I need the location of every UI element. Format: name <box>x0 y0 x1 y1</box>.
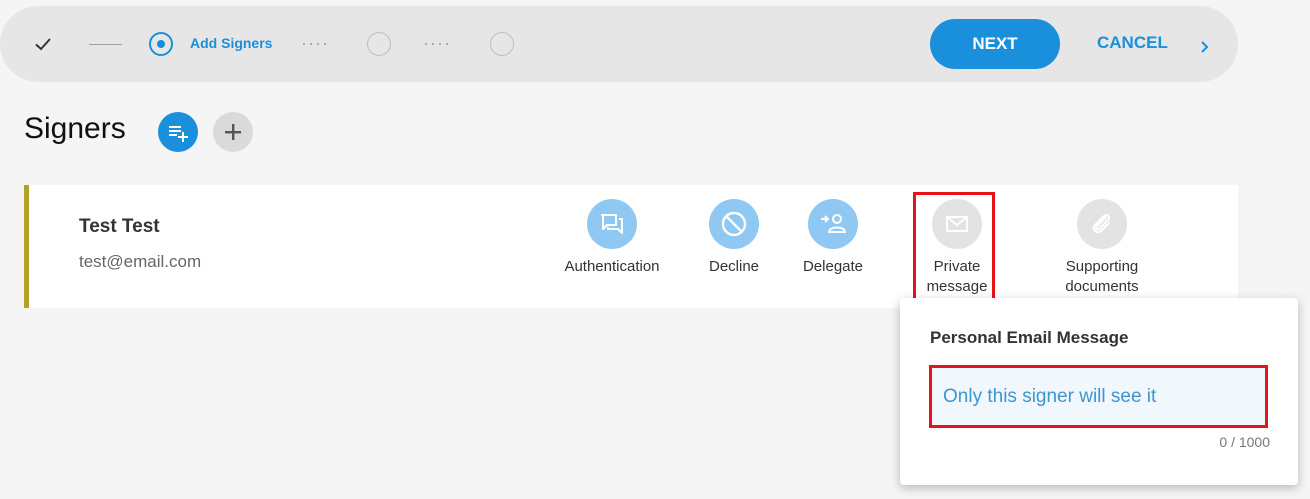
signer-name: Test Test <box>79 216 160 237</box>
current-step-indicator[interactable] <box>149 32 173 56</box>
private-message-highlight <box>913 192 995 304</box>
current-step-label[interactable]: Add Signers <box>190 35 272 51</box>
authentication-action[interactable]: Authentication <box>557 199 667 277</box>
step-connector-dotted <box>303 43 326 45</box>
authentication-label: Authentication <box>564 258 660 275</box>
signer-email: test@email.com <box>79 252 202 271</box>
check-icon[interactable] <box>33 34 53 54</box>
delegate-person-icon <box>821 214 847 233</box>
character-counter: 0 / 1000 <box>1219 434 1270 450</box>
message-input-highlight <box>929 365 1268 428</box>
block-icon <box>721 211 747 237</box>
next-button[interactable]: NEXT <box>930 19 1060 69</box>
paperclip-icon <box>1092 213 1111 234</box>
stepper-bar: Add Signers NEXT CANCEL <box>0 6 1238 82</box>
decline-action[interactable]: Decline <box>694 199 774 277</box>
delegate-label: Delegate <box>802 258 864 275</box>
cancel-button[interactable]: CANCEL <box>1097 33 1168 53</box>
decline-label: Decline <box>708 258 760 275</box>
forum-icon <box>601 214 623 234</box>
page-title: Signers <box>24 112 126 145</box>
playlist-add-icon <box>169 126 188 142</box>
step-indicator-3[interactable] <box>367 32 391 56</box>
supporting-documents-label-line2: documents <box>1065 278 1139 295</box>
add-signer-button[interactable] <box>213 112 253 152</box>
add-from-list-button[interactable] <box>158 112 198 152</box>
step-connector-dotted <box>425 43 448 45</box>
chevron-right-icon[interactable] <box>1196 39 1212 55</box>
signer-card: Test Test test@email.com Authentication … <box>24 185 1238 308</box>
step-connector <box>89 44 122 45</box>
supporting-documents-label-line1: Supporting <box>1065 258 1139 275</box>
plus-icon <box>225 124 241 140</box>
popup-title: Personal Email Message <box>930 328 1129 347</box>
delegate-action[interactable]: Delegate <box>793 199 873 277</box>
step-indicator-4[interactable] <box>490 32 514 56</box>
supporting-documents-action[interactable]: Supporting documents <box>1047 199 1157 297</box>
